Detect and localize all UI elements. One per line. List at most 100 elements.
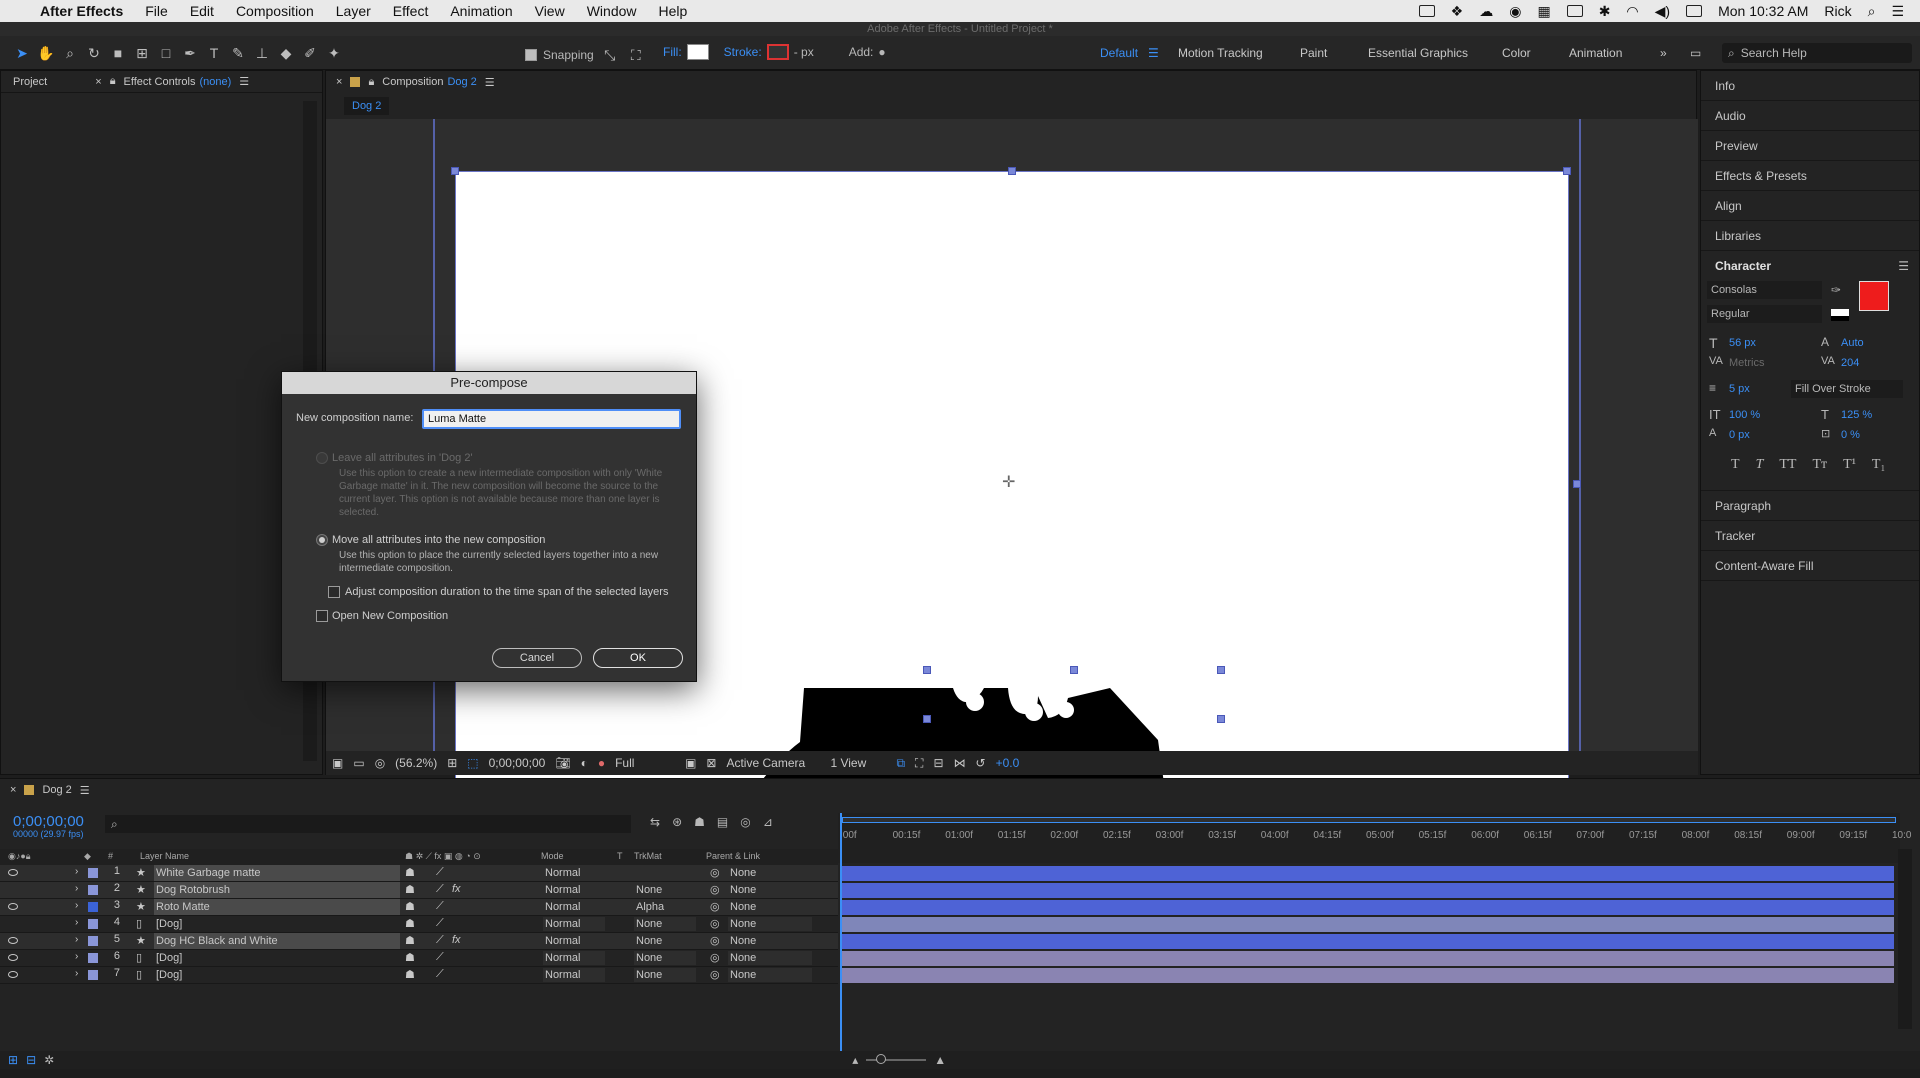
user-name[interactable]: Rick bbox=[1824, 3, 1851, 19]
character-menu-icon[interactable]: ☰ bbox=[1898, 259, 1909, 273]
transparency-grid-icon[interactable]: ⬚ bbox=[467, 756, 478, 770]
close-tab-icon[interactable]: × bbox=[95, 76, 101, 88]
expand-twirl-icon[interactable]: › bbox=[75, 968, 78, 979]
app-menu[interactable]: After Effects bbox=[40, 3, 123, 19]
layer-row[interactable]: › 6 ▯ [Dog] ☗ ⟋ Normal None ◎ None bbox=[0, 950, 838, 967]
region-of-interest-icon[interactable]: ▣ bbox=[685, 756, 696, 770]
quality-switch-icon[interactable]: ⟋ bbox=[436, 917, 444, 930]
pick-whip-icon[interactable]: ◎ bbox=[710, 866, 720, 879]
vertical-scale-value[interactable]: 100 % bbox=[1729, 409, 1760, 421]
expand-twirl-icon[interactable]: › bbox=[75, 951, 78, 962]
stroke-width[interactable]: - px bbox=[794, 45, 814, 59]
pick-whip-icon[interactable]: ◎ bbox=[710, 934, 720, 947]
flowchart-icon[interactable]: ⋈ bbox=[954, 756, 966, 770]
panel-align[interactable]: Align bbox=[1701, 191, 1919, 221]
pick-whip-icon[interactable]: ◎ bbox=[710, 917, 720, 930]
blend-mode-select[interactable]: Normal bbox=[543, 917, 605, 931]
volume-icon[interactable]: ◀) bbox=[1655, 3, 1670, 20]
dropbox-icon[interactable]: ❖ bbox=[1451, 3, 1464, 20]
vr-icon[interactable]: ◎ bbox=[375, 756, 385, 770]
panel-preview[interactable]: Preview bbox=[1701, 131, 1919, 161]
layer-row[interactable]: › 3 ★ Roto Matte ☗ ⟋ Normal Alpha ◎ None bbox=[0, 899, 838, 916]
grid-icon[interactable]: ⊞ bbox=[447, 756, 457, 770]
font-style-select[interactable]: Regular bbox=[1707, 305, 1822, 323]
creative-cloud-icon[interactable]: ◉ bbox=[1509, 3, 1521, 20]
panel-libraries[interactable]: Libraries bbox=[1701, 221, 1919, 251]
transform-handle[interactable] bbox=[1573, 480, 1581, 488]
puppet-tool-icon[interactable]: ✦ bbox=[324, 43, 344, 63]
spotlight-search-icon[interactable]: ⌕ bbox=[1868, 3, 1876, 20]
layer-name[interactable]: White Garbage matte bbox=[154, 865, 400, 881]
toggle-switches-icon[interactable]: ⊞ bbox=[8, 1053, 18, 1067]
tracking-value[interactable]: 204 bbox=[1841, 357, 1859, 369]
expand-twirl-icon[interactable]: › bbox=[75, 900, 78, 911]
layer-row[interactable]: › 2 ★ Dog Rotobrush ☗ ⟋ fx Normal None ◎ None bbox=[0, 882, 838, 899]
parent-select[interactable]: None bbox=[728, 917, 812, 931]
blend-mode-select[interactable]: Normal bbox=[543, 934, 605, 948]
quality-switch-icon[interactable]: ⟋ bbox=[436, 900, 444, 913]
pen-tool-icon[interactable]: ✒ bbox=[180, 43, 200, 63]
view-layout-select[interactable]: 1 View bbox=[830, 756, 886, 770]
mask-vertex[interactable] bbox=[1217, 715, 1225, 723]
timeline-tab-name[interactable]: Dog 2 bbox=[42, 784, 71, 796]
monitor-icon[interactable]: ▭ bbox=[353, 756, 364, 770]
timeline-menu-icon[interactable]: ☰ bbox=[80, 784, 90, 797]
label-color-swatch[interactable] bbox=[88, 885, 98, 895]
menu-composition[interactable]: Composition bbox=[236, 3, 314, 19]
layer-duration-bar[interactable] bbox=[842, 951, 1894, 966]
transparency-icon[interactable]: ⊠ bbox=[706, 756, 716, 770]
track-matte-select[interactable]: None bbox=[634, 917, 696, 931]
timeline-current-time[interactable]: 0;00;00;00 bbox=[13, 813, 84, 830]
faux-italic-icon[interactable]: T bbox=[1756, 457, 1764, 473]
camera-tool-icon[interactable]: ■ bbox=[108, 43, 128, 63]
workspace-paint[interactable]: Paint bbox=[1300, 36, 1327, 70]
clone-stamp-tool-icon[interactable]: ⊥ bbox=[252, 43, 272, 63]
hand-tool-icon[interactable]: ✋ bbox=[36, 43, 56, 63]
timeline-scrollbar[interactable] bbox=[1898, 849, 1912, 1029]
label-color-swatch[interactable] bbox=[88, 902, 98, 912]
display-icon[interactable] bbox=[1566, 5, 1583, 17]
toggle-pixel-aspect-icon[interactable]: ⧉ bbox=[896, 756, 905, 771]
label-color-swatch[interactable] bbox=[88, 919, 98, 929]
pick-whip-icon[interactable]: ◎ bbox=[710, 900, 720, 913]
workspace-motion-tracking[interactable]: Motion Tracking bbox=[1178, 36, 1263, 70]
selection-tool-icon[interactable]: ➤ bbox=[12, 43, 32, 63]
ok-button[interactable]: OK bbox=[593, 648, 683, 668]
visibility-toggle[interactable] bbox=[6, 882, 20, 898]
snapshot-icon[interactable]: 📷︎ bbox=[555, 756, 570, 770]
label-color-swatch[interactable] bbox=[88, 868, 98, 878]
panel-audio[interactable]: Audio bbox=[1701, 101, 1919, 131]
shy-switch-icon[interactable]: ☗ bbox=[405, 883, 415, 896]
pick-whip-icon[interactable]: ◎ bbox=[710, 951, 720, 964]
visibility-eye-icon[interactable] bbox=[8, 937, 18, 944]
menu-animation[interactable]: Animation bbox=[450, 3, 512, 19]
notification-center-icon[interactable]: ☰ bbox=[1891, 3, 1904, 20]
close-comp-tab-icon[interactable]: × bbox=[336, 76, 342, 88]
rectangle-tool-icon[interactable]: □ bbox=[156, 43, 176, 63]
track-matte-select[interactable]: None bbox=[634, 951, 696, 965]
layer-row[interactable]: › 1 ★ White Garbage matte ☗ ⟋ Normal ◎ None bbox=[0, 865, 838, 882]
superscript-icon[interactable]: T¹ bbox=[1843, 457, 1856, 473]
frame-blending-icon[interactable]: ▤ bbox=[717, 815, 728, 829]
workspace-overflow-icon[interactable]: » bbox=[1660, 36, 1667, 70]
lock-icon[interactable]: 🔒︎ bbox=[368, 76, 374, 89]
transform-handle[interactable] bbox=[1563, 167, 1571, 175]
type-tool-icon[interactable]: T bbox=[204, 43, 224, 63]
panel-effects-presets[interactable]: Effects & Presets bbox=[1701, 161, 1919, 191]
visibility-eye-icon[interactable] bbox=[8, 954, 18, 961]
visibility-eye-icon[interactable] bbox=[8, 971, 18, 978]
layer-name[interactable]: [Dog] bbox=[154, 967, 400, 983]
panel-paragraph[interactable]: Paragraph bbox=[1701, 491, 1919, 521]
visibility-eye-icon[interactable] bbox=[8, 903, 18, 910]
resolution-select[interactable]: Full bbox=[615, 756, 675, 770]
pick-whip-icon[interactable]: ◎ bbox=[710, 968, 720, 981]
track-matte-select[interactable]: None bbox=[634, 968, 696, 982]
show-snapshot-icon[interactable]: ◐ bbox=[581, 756, 588, 770]
zoom-level[interactable]: (56.2%) bbox=[395, 756, 437, 770]
layout-icon[interactable]: ▭ bbox=[1690, 36, 1701, 70]
bluetooth-icon[interactable]: ✱ bbox=[1599, 3, 1611, 20]
current-time[interactable]: 0;00;00;00 bbox=[489, 756, 546, 770]
pan-behind-tool-icon[interactable]: ⊞ bbox=[132, 43, 152, 63]
workspace-animation[interactable]: Animation bbox=[1569, 36, 1622, 70]
layer-duration-bar[interactable] bbox=[842, 900, 1894, 915]
